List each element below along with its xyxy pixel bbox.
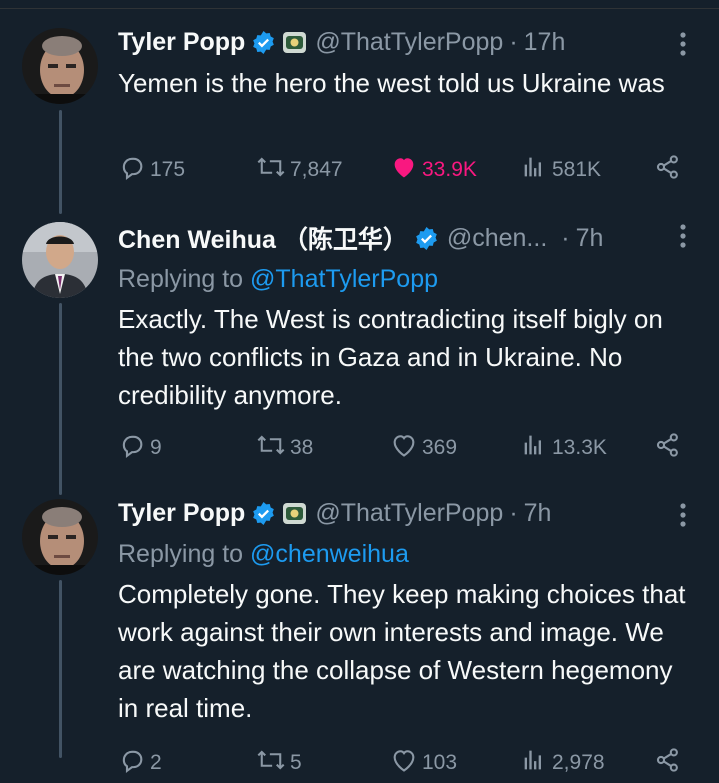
timestamp[interactable]: 7h xyxy=(576,224,604,253)
share-button[interactable] xyxy=(654,150,686,190)
like-button[interactable]: 369 xyxy=(390,428,457,468)
verified-badge-icon xyxy=(414,226,439,251)
reply-icon xyxy=(118,746,150,780)
like-icon xyxy=(390,746,422,780)
tweet-header: Tyler Popp @ThatTylerPopp · 7h xyxy=(118,493,701,533)
more-options-icon[interactable] xyxy=(665,218,701,254)
reply-count: 175 xyxy=(150,158,186,181)
tweet[interactable]: Tyler Popp @ThatTylerPopp · 17h Yemen is… xyxy=(0,22,719,197)
views-icon xyxy=(520,153,552,187)
separator-dot: · xyxy=(509,27,518,56)
avatar[interactable] xyxy=(22,222,98,298)
verified-badge-icon xyxy=(251,30,276,55)
author-name[interactable]: Tyler Popp xyxy=(118,28,245,57)
replying-to-label: Replying to xyxy=(118,265,251,293)
reply-count: 2 xyxy=(150,751,162,774)
views-button[interactable]: 581K xyxy=(520,150,601,190)
tweet-actions: 175 7,847 33.9K 581K xyxy=(118,150,701,190)
retweet-button[interactable]: 5 xyxy=(256,743,302,783)
tweet[interactable]: Chen Weihua （陈卫华） @chen... · 7h Replying… xyxy=(0,218,719,468)
tweet-actions: 9 38 369 13.3K xyxy=(118,428,701,468)
top-divider xyxy=(0,0,719,9)
reply-button[interactable]: 175 xyxy=(118,150,185,190)
share-icon xyxy=(654,746,686,780)
retweet-icon xyxy=(256,153,290,187)
like-button[interactable]: 33.9K xyxy=(390,150,477,190)
more-options-icon[interactable] xyxy=(665,26,701,62)
replying-to-label: Replying to xyxy=(118,540,251,568)
retweet-count: 7,847 xyxy=(290,158,343,181)
like-icon xyxy=(390,153,422,187)
tweet[interactable]: Tyler Popp @ThatTylerPopp · 7h Replying … xyxy=(0,493,719,774)
replying-to: Replying to @chenweihua xyxy=(118,535,701,573)
separator-dot: · xyxy=(509,498,518,527)
more-options-icon[interactable] xyxy=(665,497,701,533)
views-icon xyxy=(520,431,552,465)
verified-badge-icon xyxy=(251,501,276,526)
author-name[interactable]: Chen Weihua （陈卫华） xyxy=(118,220,408,256)
retweet-button[interactable]: 38 xyxy=(256,428,313,468)
replying-to-mention[interactable]: @chenweihua xyxy=(250,540,409,568)
author-name[interactable]: Tyler Popp xyxy=(118,499,245,528)
tweet-header: Chen Weihua （陈卫华） @chen... · 7h xyxy=(118,218,701,258)
reply-icon xyxy=(118,431,150,465)
avatar[interactable] xyxy=(22,499,98,575)
like-button[interactable]: 103 xyxy=(390,743,457,783)
share-icon xyxy=(654,431,686,465)
share-button[interactable] xyxy=(654,428,686,468)
retweet-icon xyxy=(256,746,290,780)
author-handle[interactable]: @ThatTylerPopp xyxy=(315,499,503,528)
views-icon xyxy=(520,746,552,780)
tweet-actions: 2 5 103 2,978 xyxy=(118,743,701,783)
like-count: 103 xyxy=(422,751,458,774)
reply-button[interactable]: 9 xyxy=(118,428,162,468)
views-button[interactable]: 2,978 xyxy=(520,743,605,783)
affiliation-badge-icon[interactable] xyxy=(282,501,307,526)
like-count: 369 xyxy=(422,436,458,459)
reply-button[interactable]: 2 xyxy=(118,743,162,783)
retweet-count: 5 xyxy=(290,751,302,774)
affiliation-badge-icon[interactable] xyxy=(282,30,307,55)
tweet-text: Yemen is the hero the west told us Ukrai… xyxy=(118,68,665,98)
author-handle[interactable]: @chen... xyxy=(447,224,547,253)
views-count: 581K xyxy=(552,158,602,181)
author-handle[interactable]: @ThatTylerPopp xyxy=(315,28,503,57)
like-count: 33.9K xyxy=(422,158,477,181)
replying-to: Replying to @ThatTylerPopp xyxy=(118,260,701,298)
tweet-header: Tyler Popp @ThatTylerPopp · 17h xyxy=(118,22,701,62)
views-count: 2,978 xyxy=(552,751,605,774)
timestamp[interactable]: 7h xyxy=(524,499,552,528)
views-button[interactable]: 13.3K xyxy=(520,428,607,468)
retweet-icon xyxy=(256,431,290,465)
share-icon xyxy=(654,153,686,187)
like-icon xyxy=(390,431,422,465)
retweet-count: 38 xyxy=(290,436,314,459)
replying-to-mention[interactable]: @ThatTylerPopp xyxy=(250,265,438,293)
timestamp[interactable]: 17h xyxy=(524,28,566,57)
tweet-text: Completely gone. They keep making choice… xyxy=(118,579,686,723)
views-count: 13.3K xyxy=(552,436,607,459)
reply-icon xyxy=(118,153,150,187)
reply-count: 9 xyxy=(150,436,162,459)
share-button[interactable] xyxy=(654,743,686,783)
separator-dot: · xyxy=(561,223,570,252)
tweet-text: Exactly. The West is contradicting itsel… xyxy=(118,304,663,410)
retweet-button[interactable]: 7,847 xyxy=(256,150,343,190)
avatar[interactable] xyxy=(22,28,98,104)
